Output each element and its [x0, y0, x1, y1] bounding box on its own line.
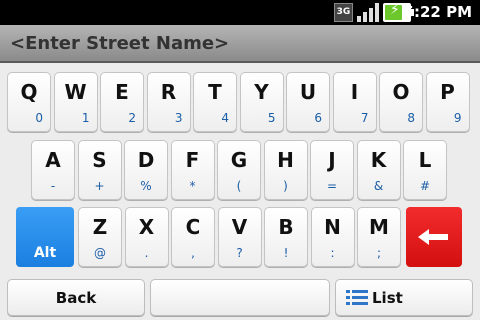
key-label: Z — [92, 215, 108, 239]
key-alt-label: 7 — [360, 111, 369, 125]
key-label: R — [160, 80, 177, 104]
key-label: B — [278, 215, 294, 239]
key-label: Y — [254, 80, 269, 104]
key-alt-label: % — [140, 179, 152, 193]
key-label: O — [392, 80, 410, 104]
key-alt-label: 6 — [314, 111, 322, 125]
network-3g-icon: 3G — [334, 3, 353, 22]
key-p[interactable]: P9 — [425, 72, 470, 132]
key-j[interactable]: J = — [310, 140, 354, 200]
key-r[interactable]: R3 — [146, 72, 191, 132]
back-button[interactable]: Back — [7, 279, 145, 316]
key-label: C — [185, 215, 201, 239]
key-g[interactable]: G( — [217, 140, 261, 200]
key-alt-label: ! — [283, 246, 289, 260]
key-y[interactable]: Y5 — [239, 72, 284, 132]
key-v[interactable]: V? — [217, 207, 262, 267]
left-arrow-icon — [418, 229, 448, 245]
key-alt-label: + — [94, 179, 105, 193]
key-alt-label: # — [419, 179, 431, 193]
key-t[interactable]: T4 — [193, 72, 237, 132]
key-alt-label: 3 — [174, 111, 183, 125]
list-icon — [346, 290, 368, 306]
key-alt-label: ? — [236, 246, 243, 260]
key-label: L — [418, 148, 432, 172]
key-label: I — [350, 80, 359, 104]
status-bar: 3G ⚡ 5:22 PM — [0, 0, 480, 25]
alt-key-label: Alt — [33, 245, 57, 261]
list-button[interactable]: List — [335, 279, 473, 316]
key-f[interactable]: F * — [170, 140, 215, 200]
key-e[interactable]: E2 — [100, 72, 144, 132]
street-name-placeholder: <Enter Street Name> — [10, 33, 230, 54]
space-button[interactable] — [150, 279, 330, 316]
key-alt-label: = — [326, 179, 338, 193]
key-label: N — [324, 215, 341, 239]
key-b[interactable]: B! — [264, 207, 308, 267]
key-label: F — [185, 148, 200, 172]
key-label: U — [299, 80, 317, 104]
key-alt-label: ) — [283, 179, 288, 193]
key-label: X — [138, 215, 155, 239]
key-a[interactable]: A- — [31, 140, 75, 200]
back-button-label: Back — [55, 289, 97, 307]
key-label: H — [277, 148, 294, 172]
key-alt-label: . — [144, 246, 149, 260]
signal-strength-icon — [357, 3, 379, 22]
key-x[interactable]: X. — [124, 207, 169, 267]
key-label: S — [92, 148, 107, 172]
key-label: A — [45, 148, 61, 172]
list-button-label: List — [372, 289, 403, 307]
key-label: Q — [20, 80, 38, 104]
key-label: M — [369, 215, 389, 239]
key-label: G — [230, 148, 248, 172]
key-label: T — [208, 80, 222, 104]
key-n[interactable]: N: — [310, 207, 355, 267]
key-w[interactable]: W1 — [53, 72, 98, 132]
key-alt-label: ; — [376, 246, 382, 260]
key-alt-label: : — [330, 246, 335, 260]
key-k[interactable]: K & — [356, 140, 401, 200]
key-alt-label: @ — [94, 246, 106, 260]
key-u[interactable]: U6 — [286, 72, 330, 132]
key-alt-label: 1 — [81, 111, 90, 125]
key-alt-label: , — [191, 246, 195, 260]
key-alt-label: 8 — [407, 111, 415, 125]
key-label: K — [370, 148, 387, 172]
key-z[interactable]: Z @ — [78, 207, 122, 267]
key-h[interactable]: H) — [263, 140, 308, 200]
key-alt-label: 5 — [267, 111, 276, 125]
key-label: W — [64, 80, 87, 104]
key-alt-label: - — [50, 179, 56, 193]
key-alt-label: & — [373, 179, 384, 193]
key-m[interactable]: M; — [357, 207, 401, 267]
key-label: V — [231, 215, 248, 239]
key-s[interactable]: S + — [77, 140, 122, 200]
delete-key[interactable] — [406, 207, 462, 267]
key-alt-label: 4 — [221, 111, 229, 125]
key-l[interactable]: L # — [403, 140, 447, 200]
key-label: E — [115, 80, 129, 104]
key-label: P — [440, 80, 455, 104]
key-alt-label: * — [189, 179, 196, 193]
key-alt-label: ( — [236, 179, 242, 193]
key-alt-label: 0 — [35, 111, 43, 125]
status-time: 5:22 PM — [403, 3, 472, 21]
key-o[interactable]: O8 — [379, 72, 423, 132]
key-d[interactable]: D% — [124, 140, 168, 200]
key-alt-label: 9 — [453, 111, 462, 125]
key-q[interactable]: Q0 — [7, 72, 51, 132]
key-alt-label: 2 — [128, 111, 136, 125]
key-label: D — [137, 148, 155, 172]
key-label: J — [328, 148, 336, 172]
street-name-input[interactable]: <Enter Street Name> — [0, 25, 480, 63]
key-i[interactable]: I7 — [332, 72, 377, 132]
alt-key[interactable]: Alt — [16, 207, 74, 267]
key-c[interactable]: C, — [171, 207, 215, 267]
